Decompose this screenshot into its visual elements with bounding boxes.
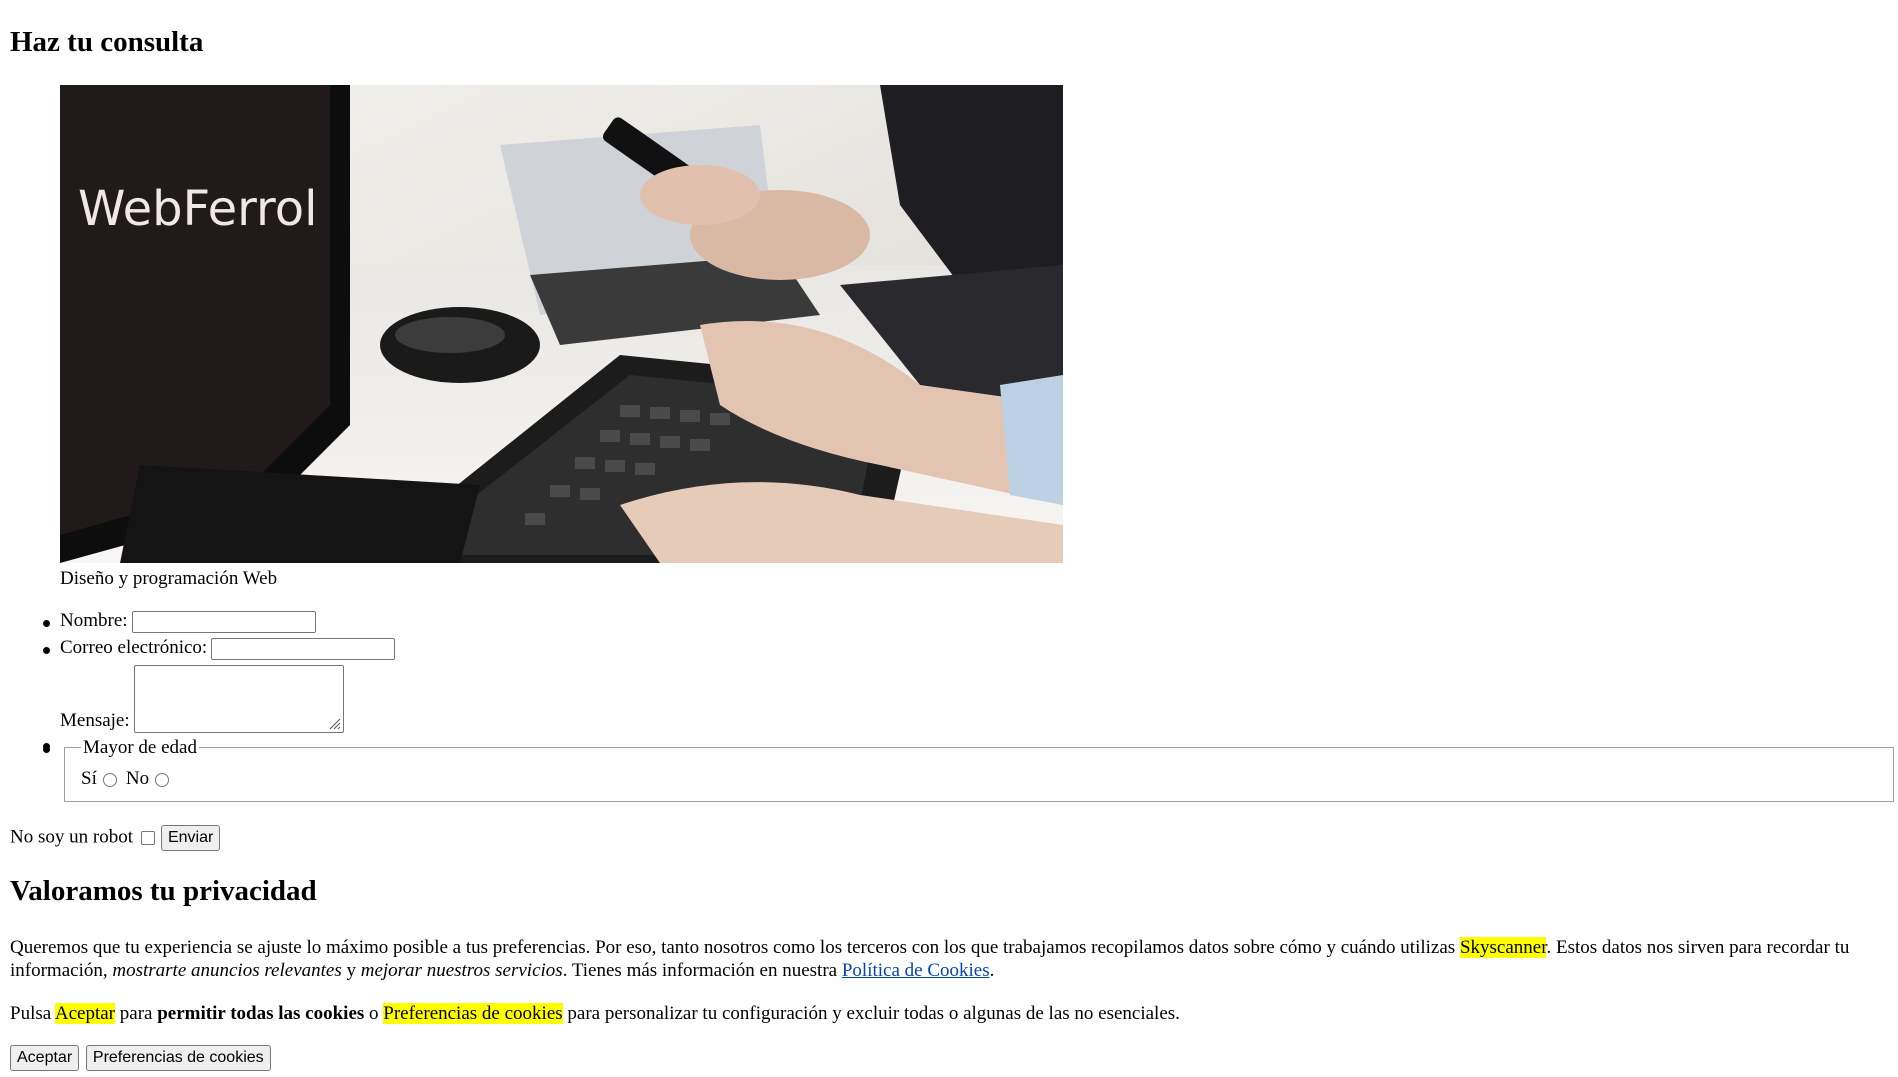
robot-checkbox[interactable]: [140, 831, 155, 845]
nombre-label: Nombre:: [60, 610, 128, 632]
privacy-text: y: [341, 959, 361, 981]
radio-no-label: No: [125, 768, 150, 789]
image-caption: Diseño y programación Web: [60, 568, 278, 589]
office-keyboard-photo: WebFerrol: [60, 85, 1063, 563]
hero-image: WebFerrol: [60, 85, 1063, 563]
accept-button[interactable]: Aceptar: [10, 1045, 80, 1071]
mayor-de-edad-radios: Sí No: [81, 768, 178, 791]
mensaje-textarea[interactable]: [133, 665, 344, 733]
accept-highlight: Aceptar: [54, 1003, 116, 1024]
page-title: Haz tu consulta: [10, 26, 204, 58]
privacy-text: . Tienes más información en nuestra: [562, 959, 842, 981]
cookie-policy-link[interactable]: Política de Cookies: [842, 960, 990, 981]
radio-si[interactable]: [102, 772, 117, 787]
privacy-text: Queremos que tu experiencia se ajuste lo…: [10, 937, 1460, 958]
mayor-de-edad-legend: Mayor de edad: [81, 737, 199, 760]
page: Haz tu consulta WebFerrol Diseño y progr…: [0, 0, 1898, 1077]
robot-row: No soy un robot Enviar: [10, 825, 221, 851]
privacy-text: para: [115, 1003, 158, 1024]
privacy-emphasis: mejorar nuestros servicios: [360, 959, 563, 981]
cookie-preferences-button[interactable]: Preferencias de cookies: [85, 1045, 271, 1071]
mensaje-label: Mensaje:: [60, 710, 130, 732]
prefs-highlight: Preferencias de cookies: [383, 1003, 563, 1024]
form-item-nombre: Nombre:: [43, 610, 316, 633]
privacy-paragraph-2: Pulsa Aceptar para permitir todas las co…: [10, 1003, 1890, 1026]
cookie-buttons: Aceptar Preferencias de cookies: [10, 1045, 273, 1071]
privacy-text: o: [364, 1003, 384, 1024]
correo-label: Correo electrónico:: [60, 637, 208, 659]
form-item-correo: Correo electrónico:: [42, 637, 396, 660]
privacy-heading: Valoramos tu privacidad: [10, 875, 317, 907]
email-field[interactable]: [211, 637, 396, 660]
privacy-strong: permitir todas las cookies: [157, 1003, 365, 1024]
privacy-paragraph-1: Queremos que tu experiencia se ajuste lo…: [10, 937, 1890, 983]
radio-si-label: Sí: [81, 768, 97, 789]
privacy-text: Pulsa: [10, 1003, 55, 1024]
privacy-emphasis: mostrarte anuncios relevantes: [112, 959, 342, 981]
privacy-text: para personalizar tu configuración y exc…: [562, 1003, 1180, 1024]
nombre-input[interactable]: [131, 610, 316, 633]
resize-grip-icon[interactable]: [327, 716, 341, 730]
radio-no[interactable]: [155, 772, 170, 787]
mayor-de-edad-fieldset: Mayor de edad Sí No: [64, 737, 1894, 802]
submit-button[interactable]: Enviar: [160, 825, 221, 851]
brand-highlight: Skyscanner: [1459, 937, 1547, 958]
image-logo-text: WebFerrol: [78, 181, 317, 237]
robot-label: No soy un robot: [10, 826, 133, 848]
form-item-mensaje: Mensaje:: [43, 665, 344, 750]
privacy-text: .: [989, 959, 995, 981]
